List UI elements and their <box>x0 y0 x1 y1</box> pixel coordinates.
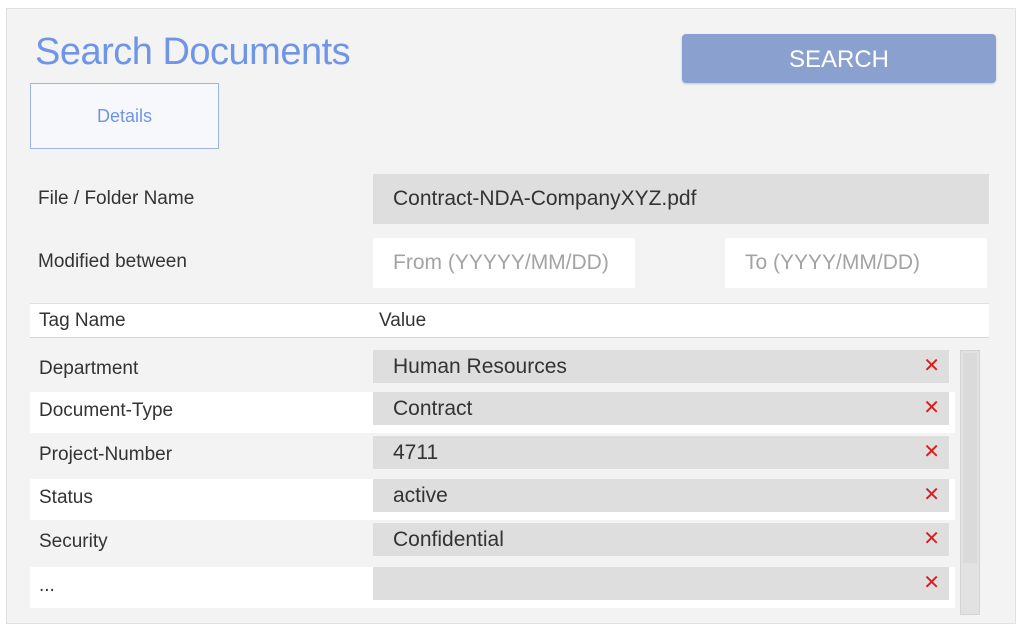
tag-row: ... ✕ <box>30 567 955 608</box>
search-button[interactable]: SEARCH <box>682 34 996 83</box>
tag-value-text: 4711 <box>393 441 439 464</box>
tag-table-scrollbar[interactable] <box>960 350 980 615</box>
tag-name-cell: Status <box>39 487 93 508</box>
close-icon[interactable]: ✕ <box>923 479 940 512</box>
tag-value-field[interactable]: Contract ✕ <box>373 392 949 425</box>
tag-name-cell: Document-Type <box>39 400 174 421</box>
close-icon[interactable]: ✕ <box>923 436 940 469</box>
tag-row: Status active ✕ <box>30 479 955 520</box>
tag-value-text: Contract <box>393 397 473 420</box>
tag-row: Department Human Resources ✕ <box>30 350 955 391</box>
tag-name-cell: Project-Number <box>39 444 173 465</box>
tag-value-text: Confidential <box>393 528 504 551</box>
file-folder-name-label: File / Folder Name <box>38 188 195 209</box>
tag-name-cell: ... <box>39 575 55 596</box>
tag-row: Document-Type Contract ✕ <box>30 392 955 433</box>
date-to-field[interactable]: To (YYYY/MM/DD) <box>725 238 987 288</box>
scrollbar-thumb[interactable] <box>963 353 977 563</box>
page-title: Search Documents <box>35 31 351 73</box>
tag-value-field[interactable]: active ✕ <box>373 479 949 512</box>
tag-row: Security Confidential ✕ <box>30 523 955 564</box>
tag-value-field[interactable]: Human Resources ✕ <box>373 350 949 383</box>
tag-value-text: Human Resources <box>393 355 567 378</box>
tag-value-field[interactable]: Confidential ✕ <box>373 523 949 556</box>
file-folder-name-field[interactable]: Contract-NDA-CompanyXYZ.pdf <box>373 174 989 224</box>
tag-value-field[interactable]: 4711 ✕ <box>373 436 949 469</box>
tag-value-text: active <box>393 484 448 507</box>
tag-name-cell: Department <box>39 358 139 379</box>
tab-details[interactable]: Details <box>30 83 219 149</box>
tag-name-cell: Security <box>39 531 108 552</box>
close-icon[interactable]: ✕ <box>923 523 940 556</box>
value-column-header: Value <box>379 310 427 331</box>
close-icon[interactable]: ✕ <box>923 350 940 383</box>
tag-value-field[interactable]: ✕ <box>373 567 949 600</box>
close-icon[interactable]: ✕ <box>923 392 940 425</box>
tag-name-column-header: Tag Name <box>39 310 126 331</box>
tag-row: Project-Number 4711 ✕ <box>30 436 955 477</box>
date-from-field[interactable]: From (YYYYY/MM/DD) <box>373 238 635 288</box>
modified-between-label: Modified between <box>38 251 187 272</box>
tag-table-header: Tag Name Value <box>30 303 989 338</box>
close-icon[interactable]: ✕ <box>923 567 940 600</box>
